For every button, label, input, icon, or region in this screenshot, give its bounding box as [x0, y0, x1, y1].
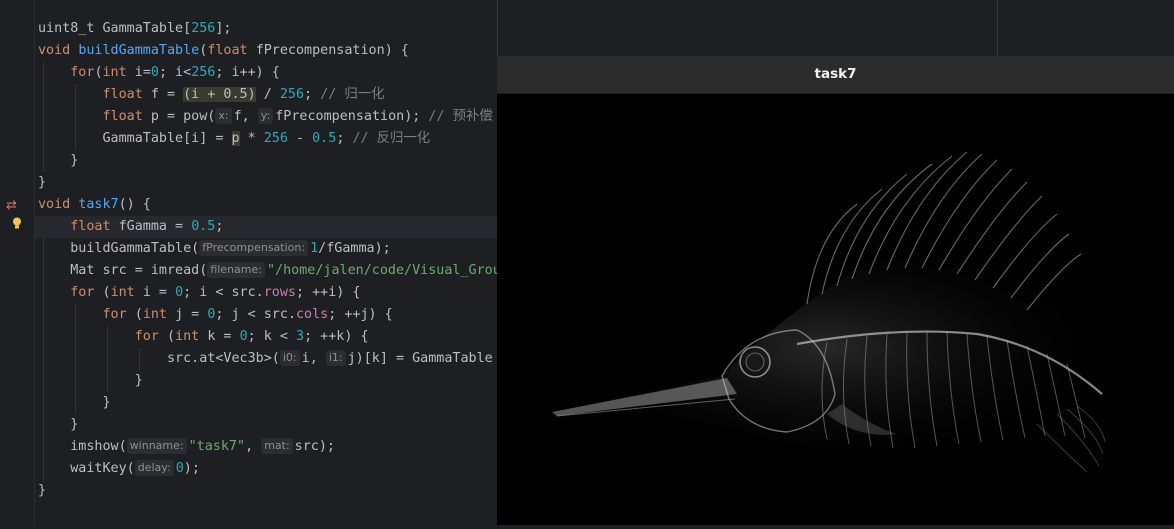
code-line-7: }: [70, 153, 79, 168]
code-line-9: void task7() {: [38, 197, 151, 212]
window-title: task7: [814, 66, 857, 82]
code-line-14: for (int j = 0; j < src.cols; ++j) {: [102, 307, 393, 322]
code-line-17: }: [134, 373, 143, 388]
line-gutter: ⇄: [0, 0, 35, 525]
code-line-3: for(int i=0; i<256; i++) {: [70, 65, 280, 80]
param-hint: filename:: [207, 262, 265, 278]
code-line-18: }: [102, 395, 111, 410]
code-line-19: }: [70, 417, 79, 432]
param-hint: i0:: [279, 350, 300, 366]
code-line-16: src.at<Vec3b>(i0: i, i1: j)[k] = GammaTabl…: [167, 350, 493, 366]
code-line-6: GammaTable[i] = p * 256 - 0.5; // 反归一化: [102, 131, 431, 146]
code-line-15: for (int k = 0; k < 3; ++k) {: [134, 329, 369, 344]
code-line-2: void buildGammaTable(float fPrecompensat…: [38, 43, 409, 58]
code-line-20: imshow(winname: "task7", mat: src);: [70, 438, 335, 454]
code-line-5: float p = pow(x: f, y: fPrecompensation); …: [102, 108, 493, 124]
code-line-12: Mat src = imread(filename: "/home/jalen/c…: [70, 262, 501, 278]
param-hint: x:: [215, 108, 232, 124]
param-hint: delay:: [134, 460, 174, 476]
code-line-13: for (int i = 0; i < src.rows; ++i) {: [70, 285, 361, 300]
fish-skeleton-xray-image: [552, 151, 1106, 473]
param-hint: fPrecompensation:: [199, 240, 309, 256]
code-line-22: }: [38, 483, 47, 498]
lightbulb-icon[interactable]: [12, 217, 22, 230]
image-canvas: [497, 94, 1174, 525]
code-line-10: float fGamma = 0.5;: [35, 216, 503, 238]
code-line-11: buildGammaTable(fPrecompensation: 1/fGamm…: [70, 240, 391, 256]
code-line-8: }: [38, 175, 47, 190]
image-window[interactable]: task7: [497, 56, 1174, 525]
code-line-21: waitKey(delay: 0);: [70, 460, 200, 476]
param-hint: y:: [257, 108, 274, 124]
code-line-1: uint8_t GammaTable[256];: [38, 21, 232, 36]
code-line-4: float f = (i + 0.5) / 256; // 归一化: [102, 87, 385, 102]
param-hint: mat:: [261, 438, 293, 454]
override-arrow-icon[interactable]: ⇄: [6, 198, 17, 213]
param-hint: i1:: [325, 350, 346, 366]
window-titlebar[interactable]: task7: [497, 56, 1174, 94]
param-hint: winname:: [126, 438, 187, 454]
